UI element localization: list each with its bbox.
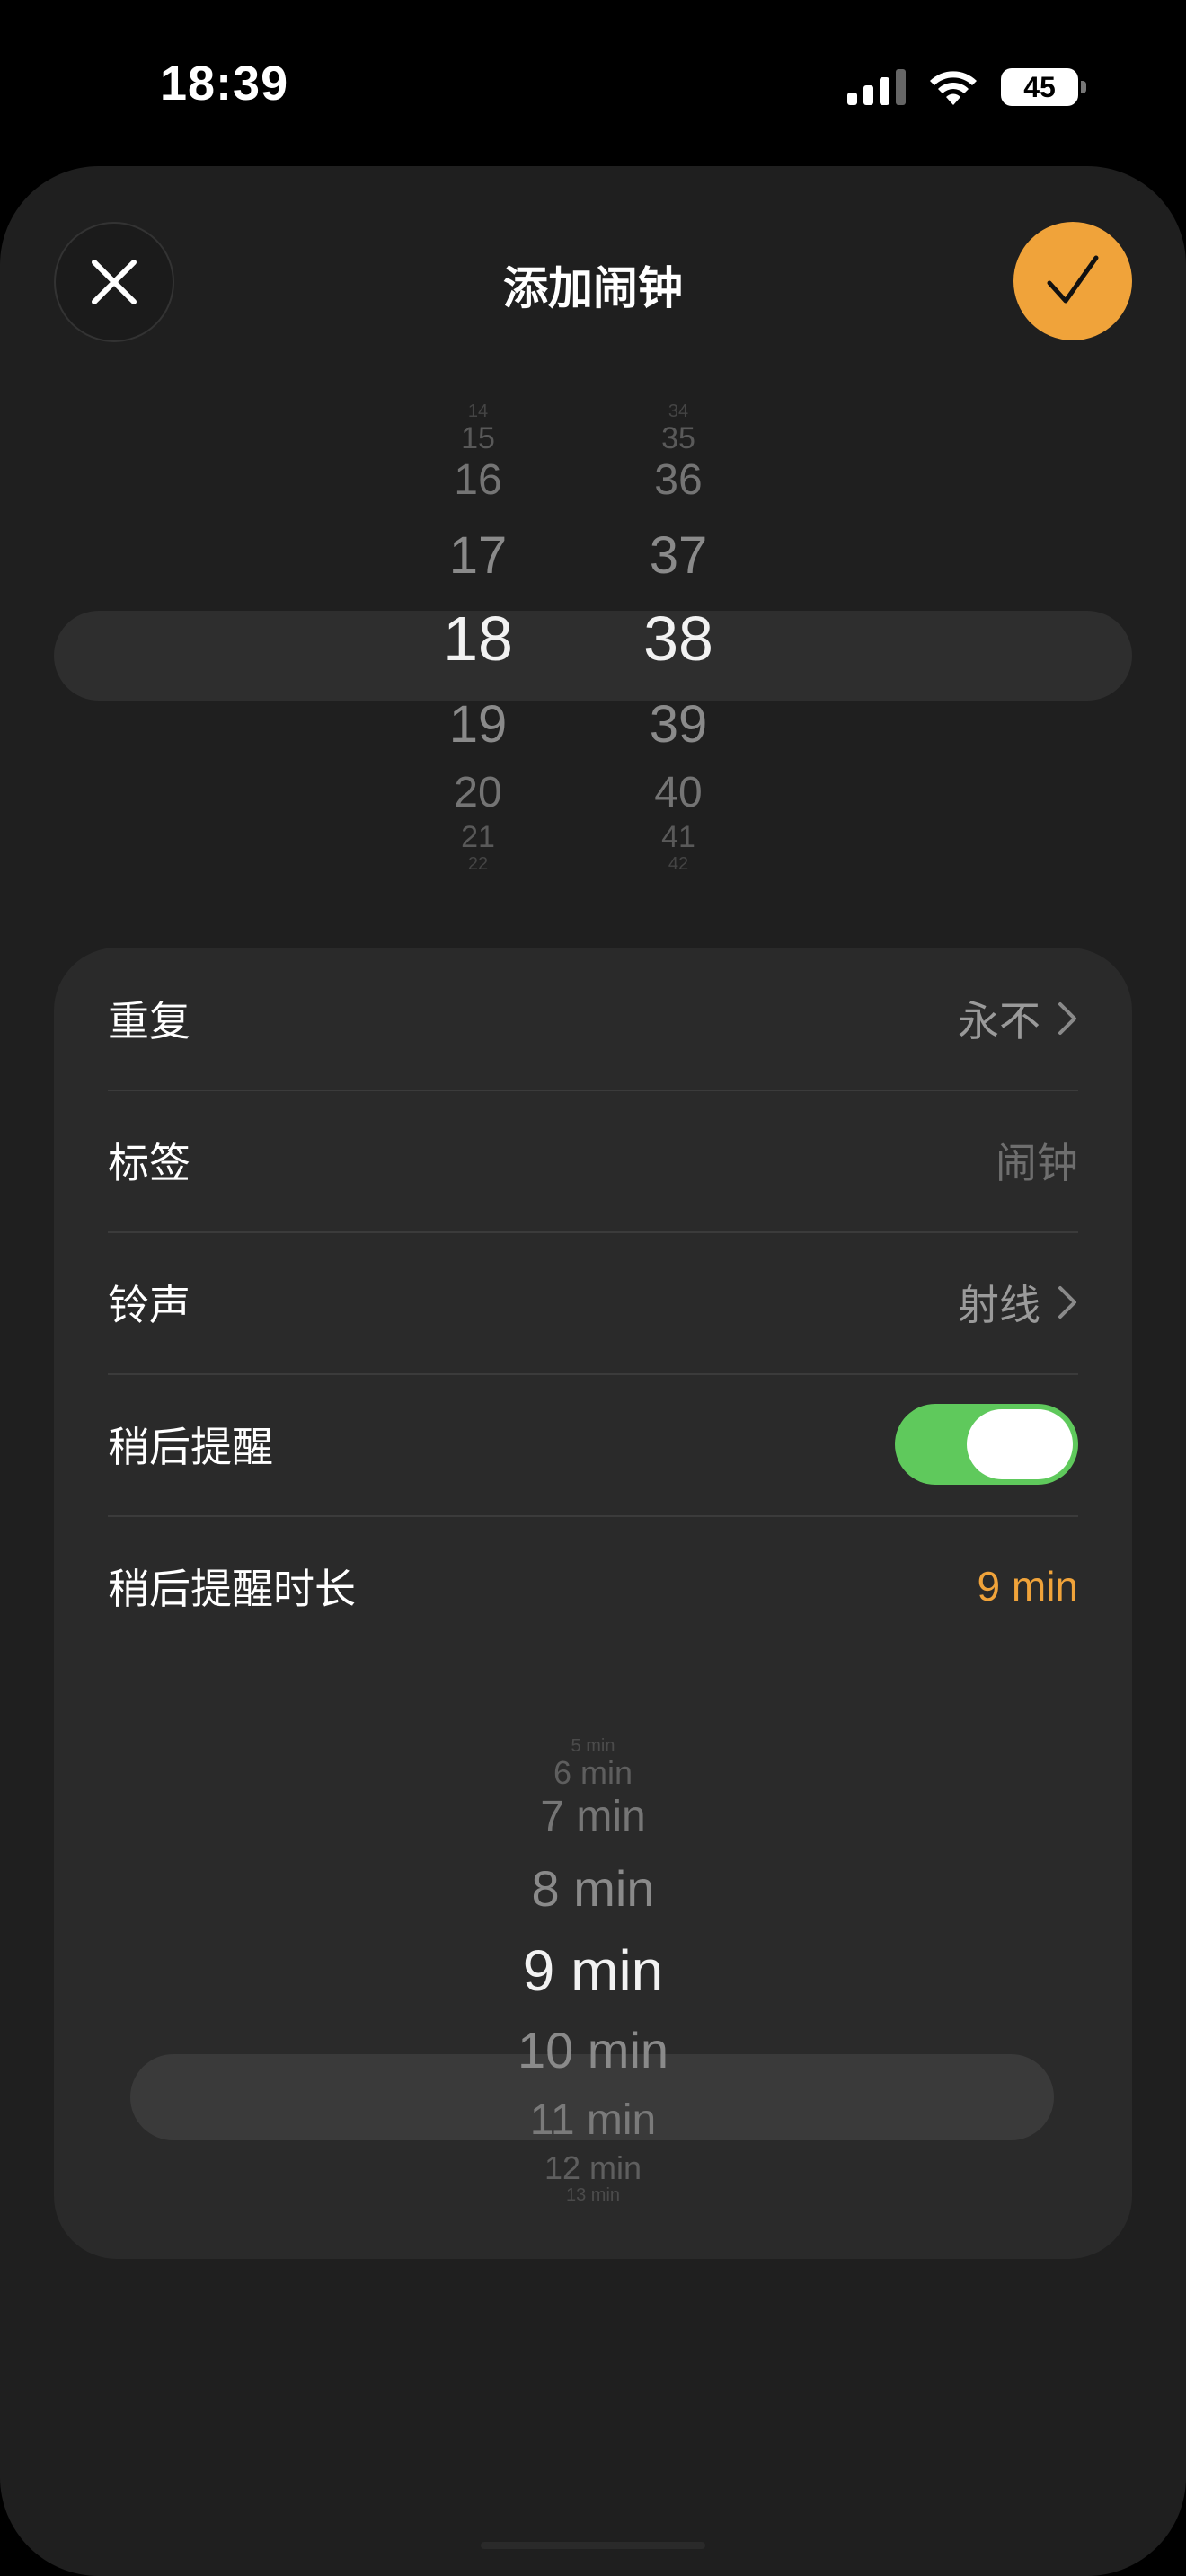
snooze-row: 稍后提醒 <box>108 1373 1078 1517</box>
status-time: 18:39 <box>160 57 289 110</box>
label-row[interactable]: 标签 闹钟 <box>108 1090 1078 1233</box>
snooze-option[interactable]: 10 min <box>54 2021 1132 2079</box>
snooze-duration-picker[interactable]: 5 min 6 min 7 min 8 min 9 min 10 min 11 … <box>54 1736 1132 2385</box>
battery-level: 45 <box>1023 70 1056 103</box>
page-title: 添加闹钟 <box>503 263 683 313</box>
toggle-knob <box>967 1409 1073 1479</box>
label-label: 标签 <box>108 1140 190 1187</box>
repeat-value: 永不 <box>958 989 1078 1048</box>
hour-option[interactable]: 22 <box>379 854 577 875</box>
hour-option[interactable]: 16 <box>379 455 577 505</box>
snooze-option[interactable]: 8 min <box>54 1859 1132 1918</box>
hour-option[interactable]: 15 <box>379 421 577 456</box>
snooze-label: 稍后提醒 <box>108 1424 273 1470</box>
minute-option[interactable]: 41 <box>580 820 777 855</box>
status-icons: 45 <box>847 63 1086 111</box>
hour-option[interactable]: 21 <box>379 820 577 855</box>
home-indicator[interactable] <box>481 2542 705 2549</box>
confirm-button[interactable] <box>1013 222 1132 340</box>
minute-option[interactable]: 42 <box>580 854 777 875</box>
snooze-option[interactable]: 6 min <box>54 1754 1132 1792</box>
sound-label: 铃声 <box>108 1282 190 1328</box>
snooze-toggle[interactable] <box>895 1404 1078 1485</box>
battery-icon: 45 <box>1001 68 1086 106</box>
minute-option[interactable]: 35 <box>580 421 777 456</box>
chevron-right-icon <box>1058 1002 1076 1035</box>
minute-option[interactable]: 36 <box>580 455 777 505</box>
snooze-duration-value: 9 min <box>977 1563 1078 1610</box>
minute-option[interactable]: 34 <box>580 401 777 422</box>
chevron-right-icon <box>1058 1286 1076 1319</box>
checkmark-icon <box>1047 255 1099 304</box>
snooze-duration-label: 稍后提醒时长 <box>108 1566 356 1612</box>
hour-option[interactable]: 17 <box>379 525 577 586</box>
snooze-duration-row[interactable]: 稍后提醒时长 9 min <box>108 1515 1078 1657</box>
sound-row[interactable]: 铃声 射线 <box>108 1231 1078 1375</box>
label-input[interactable]: 闹钟 <box>996 1131 1078 1190</box>
add-alarm-sheet: 添加闹钟 14 15 16 17 18 19 20 21 22 34 35 36… <box>0 166 1186 2576</box>
status-bar: 18:39 45 <box>0 0 1186 171</box>
snooze-option-selected[interactable]: 9 min <box>54 1937 1132 2004</box>
minute-option[interactable]: 39 <box>580 694 777 754</box>
hour-option[interactable]: 14 <box>379 401 577 422</box>
minute-option-selected[interactable]: 38 <box>580 603 777 675</box>
time-picker[interactable]: 14 15 16 17 18 19 20 21 22 34 35 36 37 3… <box>0 401 1186 894</box>
minute-option[interactable]: 37 <box>580 525 777 586</box>
sound-value-text: 射线 <box>958 1282 1040 1328</box>
cellular-signal-icon <box>847 69 906 105</box>
hour-option[interactable]: 19 <box>379 694 577 754</box>
minute-option[interactable]: 40 <box>580 768 777 817</box>
snooze-option[interactable]: 12 min <box>54 2149 1132 2187</box>
hour-option[interactable]: 20 <box>379 768 577 817</box>
repeat-label: 重复 <box>108 998 190 1045</box>
hour-option-selected[interactable]: 18 <box>379 603 577 675</box>
sound-value: 射线 <box>958 1273 1078 1332</box>
snooze-option[interactable]: 13 min <box>54 2185 1132 2206</box>
wifi-icon <box>930 71 977 105</box>
repeat-value-text: 永不 <box>958 998 1040 1045</box>
repeat-row[interactable]: 重复 永不 <box>108 948 1078 1091</box>
alarm-settings-card: 重复 永不 标签 闹钟 铃声 射线 稍后提醒 稍后提醒时长 9 min 5 mi… <box>54 948 1132 2259</box>
snooze-option[interactable]: 11 min <box>54 2095 1132 2145</box>
snooze-option[interactable]: 7 min <box>54 1792 1132 1841</box>
